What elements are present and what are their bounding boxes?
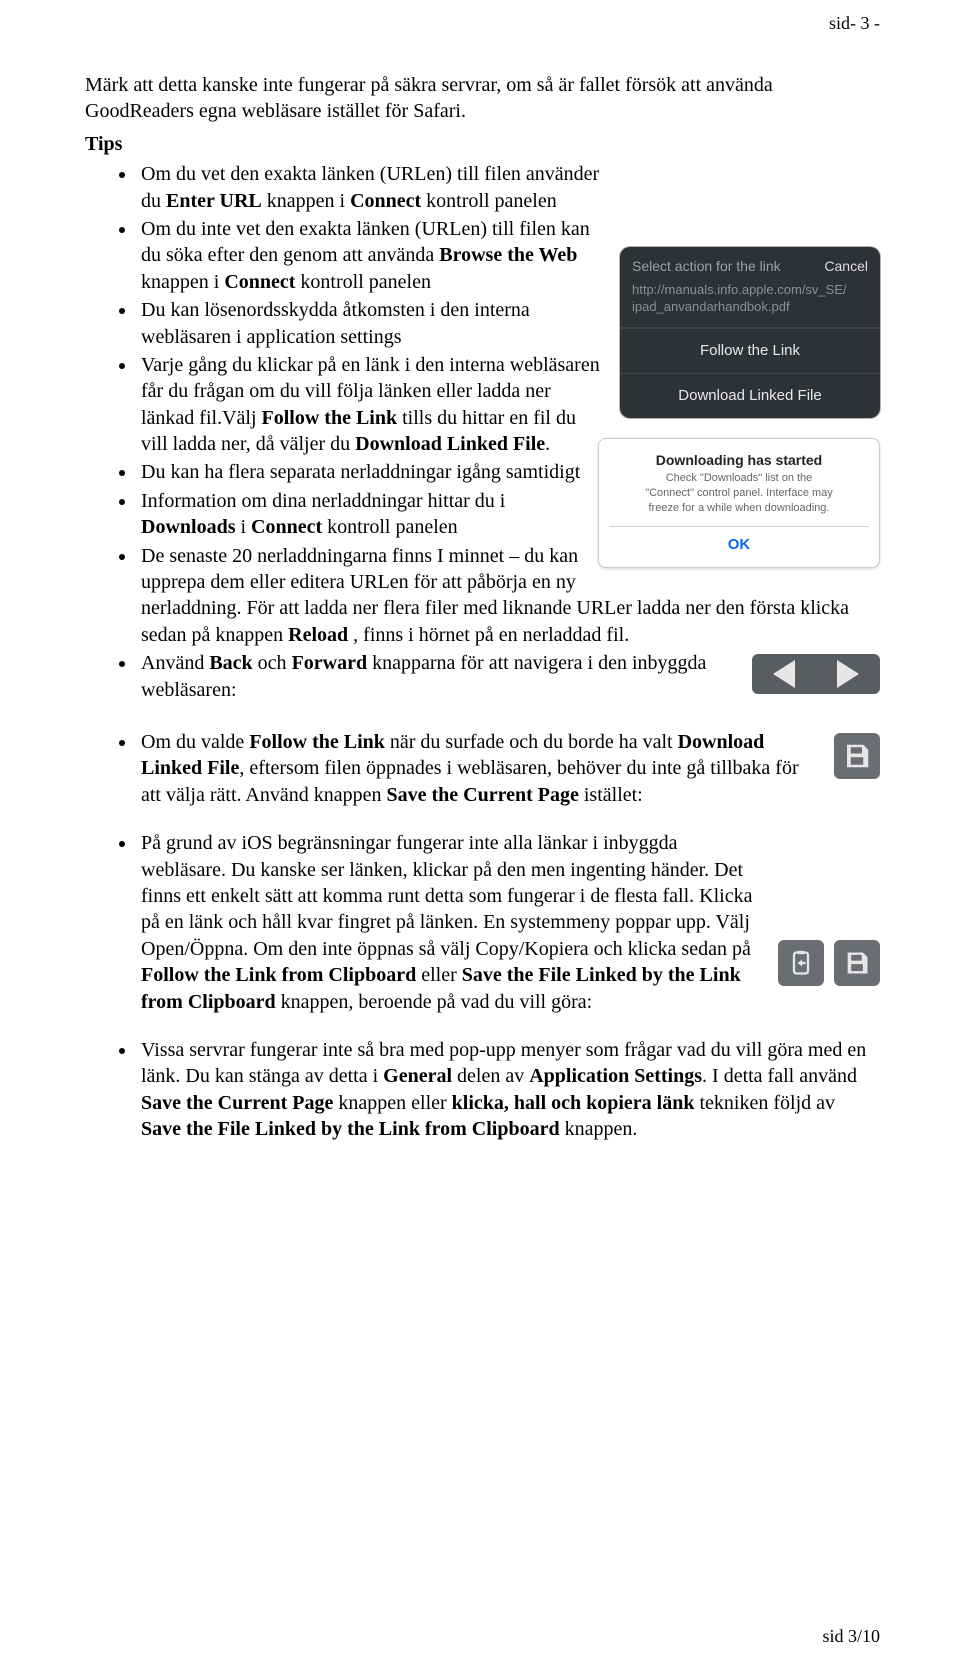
back-icon[interactable] xyxy=(773,660,795,688)
text: Information om dina nerladdningar hittar… xyxy=(141,490,505,512)
text: i xyxy=(235,516,251,538)
footer-page-number: sid 3/10 xyxy=(822,1625,880,1649)
emph: Downloads xyxy=(141,516,235,538)
emph: Application Settings xyxy=(529,1065,702,1087)
list-item: Använd Back och Forward knapparna för at… xyxy=(137,650,880,703)
emph: Forward xyxy=(292,652,368,674)
text: Du kan ha flera separata nerladdningar i… xyxy=(141,461,580,483)
tips-heading: Tips xyxy=(85,131,880,157)
dialog-follow-link[interactable]: Follow the Link xyxy=(620,328,880,373)
emph: Follow the Link xyxy=(262,407,398,429)
tips-list: Om du vet den exakta länken (URLen) till… xyxy=(85,161,880,703)
tips-list-3: På grund av iOS begränsningar fungerar i… xyxy=(85,830,880,1015)
emph: Browse the Web xyxy=(439,244,577,266)
text: och xyxy=(253,652,292,674)
clipboard-icons-figure xyxy=(778,940,880,986)
text: Du kan lösenordsskydda åtkomsten i den i… xyxy=(141,299,530,347)
text: knappen i xyxy=(262,190,350,212)
link-action-dialog-figure: Select action for the link Cancel http:/… xyxy=(620,247,880,418)
dialog-download-linked-file[interactable]: Download Linked File xyxy=(620,373,880,418)
link-action-dialog: Select action for the link Cancel http:/… xyxy=(620,247,880,418)
list-item: Om du vet den exakta länken (URLen) till… xyxy=(137,161,880,214)
emph: Enter URL xyxy=(166,190,262,212)
dialog-title: Select action for the link xyxy=(632,257,781,275)
intro-text: Märk att detta kanske inte fungerar på s… xyxy=(85,74,773,122)
emph: Reload xyxy=(288,624,348,646)
text: delen av xyxy=(452,1065,529,1087)
text: . I detta fall använd xyxy=(702,1065,857,1087)
emph: Save the Current Page xyxy=(141,1092,333,1114)
floppy-disk-icon[interactable] xyxy=(842,741,872,771)
text: knappen i xyxy=(141,271,224,293)
save-page-icon-figure xyxy=(834,733,880,779)
dialog-url-line2: ipad_anvandarhandbok.pdf xyxy=(632,299,868,316)
dialog-url-line1: http://manuals.info.apple.com/sv_SE/ xyxy=(632,282,868,299)
list-item: Vissa servrar fungerar inte så bra med p… xyxy=(137,1037,880,1143)
text: På grund av iOS begränsningar fungerar i… xyxy=(141,832,752,960)
download-toast: Downloading has started Check "Downloads… xyxy=(598,438,880,568)
text: istället: xyxy=(579,784,643,806)
text: Om du valde xyxy=(141,731,249,753)
list-item: På grund av iOS begränsningar fungerar i… xyxy=(137,830,880,1015)
emph: Follow the Link xyxy=(249,731,385,753)
tips-list-2: Om du valde Follow the Link när du surfa… xyxy=(85,729,880,808)
emph: General xyxy=(383,1065,452,1087)
text: Använd xyxy=(141,652,209,674)
text: när du surfade och du borde ha valt xyxy=(385,731,678,753)
emph: Download Linked File xyxy=(355,433,545,455)
emph: Save the Current Page xyxy=(386,784,578,806)
text: eller xyxy=(416,964,462,986)
forward-icon[interactable] xyxy=(837,660,859,688)
save-link-clipboard-button[interactable] xyxy=(834,940,880,986)
dialog-cancel[interactable]: Cancel xyxy=(824,257,868,275)
toast-line3: freeze for a while when downloading. xyxy=(609,501,869,516)
header-page-number: sid- 3 - xyxy=(829,12,880,36)
text: knappen eller xyxy=(333,1092,451,1114)
text: tekniken följd av xyxy=(695,1092,836,1114)
emph: Back xyxy=(209,652,252,674)
list-item: Information om dina nerladdningar hittar… xyxy=(137,488,621,541)
clipboard-floppy-icon xyxy=(843,949,871,977)
text: . xyxy=(545,433,550,455)
text: kontroll panelen xyxy=(421,190,557,212)
text: kontroll panelen xyxy=(322,516,458,538)
toast-line1: Check "Downloads" list on the xyxy=(609,471,869,486)
intro-paragraph: Märk att detta kanske inte fungerar på s… xyxy=(85,72,880,125)
toast-ok-button[interactable]: OK xyxy=(609,526,869,555)
nav-buttons-figure xyxy=(752,654,880,694)
list-item: Varje gång du klickar på en länk i den i… xyxy=(137,352,621,458)
toast-title: Downloading has started xyxy=(609,451,869,469)
text: knappen, beroende på vad du vill göra: xyxy=(276,991,593,1013)
emph: Follow the Link from Clipboard xyxy=(141,964,416,986)
emph: klicka, hall och kopiera länk xyxy=(452,1092,695,1114)
emph: Save the File Linked by the Link from Cl… xyxy=(141,1118,560,1140)
emph: Connect xyxy=(251,516,322,538)
list-item: Om du valde Follow the Link när du surfa… xyxy=(137,729,880,808)
text: , finns i hörnet på en nerladdad fil. xyxy=(348,624,629,646)
emph: Connect xyxy=(350,190,421,212)
tips-list-4: Vissa servrar fungerar inte så bra med p… xyxy=(85,1037,880,1143)
document-page: sid- 3 - Märk att detta kanske inte fung… xyxy=(0,0,960,1667)
toast-line2: "Connect" control panel. Interface may xyxy=(609,486,869,501)
download-toast-figure: Downloading has started Check "Downloads… xyxy=(598,438,880,568)
text: kontroll panelen xyxy=(295,271,431,293)
clipboard-arrow-icon xyxy=(787,949,815,977)
emph: Connect xyxy=(224,271,295,293)
follow-link-clipboard-button[interactable] xyxy=(778,940,824,986)
text: knappen. xyxy=(560,1118,638,1140)
